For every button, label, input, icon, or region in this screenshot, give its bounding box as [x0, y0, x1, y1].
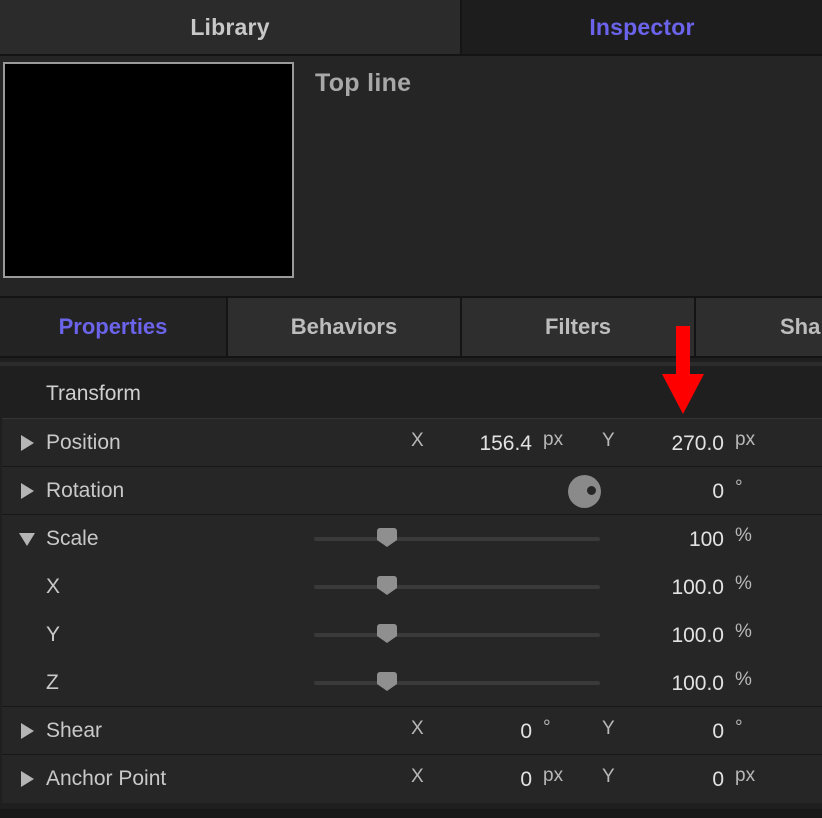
- disclosure-triangle-right-icon[interactable]: [18, 434, 36, 452]
- row-anchor-point: Anchor Point X 0 px Y 0 px: [2, 755, 822, 803]
- transform-rows: Position X 156.4 px Y 270.0 px Rotation …: [2, 418, 822, 803]
- label-scale-x: X: [46, 575, 61, 598]
- inspector-preview: Top line: [0, 56, 822, 296]
- scale-y-slider-knob[interactable]: [377, 624, 397, 644]
- axis-x-label: X: [411, 718, 424, 739]
- divider: [0, 809, 822, 818]
- rotation-value[interactable]: 0: [636, 480, 724, 504]
- position-x-value[interactable]: 156.4: [446, 432, 532, 456]
- disclosure-triangle-down-icon[interactable]: [18, 530, 36, 548]
- unit-degree: °: [735, 477, 743, 498]
- scale-y-slider-track[interactable]: [314, 633, 600, 637]
- row-scale-z: Z 100.0 %: [2, 659, 822, 707]
- unit-percent: %: [735, 669, 752, 690]
- scale-z-value[interactable]: 100.0: [636, 672, 724, 696]
- disclosure-triangle-right-icon[interactable]: [18, 482, 36, 500]
- unit-px: px: [735, 765, 756, 786]
- label-scale-y: Y: [46, 623, 61, 646]
- label-shear: Shear: [46, 719, 103, 742]
- axis-y-label: Y: [602, 430, 615, 451]
- preview-thumbnail: [3, 62, 294, 278]
- scale-y-value[interactable]: 100.0: [636, 624, 724, 648]
- scale-slider-knob[interactable]: [377, 528, 397, 548]
- unit-percent: %: [735, 525, 752, 546]
- scale-value[interactable]: 100: [636, 528, 724, 552]
- unit-px: px: [735, 429, 756, 450]
- unit-percent: %: [735, 621, 752, 642]
- label-scale-z: Z: [46, 671, 59, 694]
- label-rotation: Rotation: [46, 479, 125, 502]
- tab-shape[interactable]: Sha: [696, 298, 822, 356]
- scale-x-slider-knob[interactable]: [377, 576, 397, 596]
- row-position: Position X 156.4 px Y 270.0 px: [2, 419, 822, 467]
- scale-z-slider-knob[interactable]: [377, 672, 397, 692]
- axis-y-label: Y: [602, 718, 615, 739]
- label-anchor-point: Anchor Point: [46, 767, 167, 790]
- tab-library[interactable]: Library: [0, 0, 462, 54]
- disclosure-triangle-right-icon[interactable]: [18, 770, 36, 788]
- red-down-arrow-icon: [662, 326, 704, 414]
- unit-percent: %: [735, 573, 752, 594]
- properties-pane: Transform Position X 156.4 px Y 270.0 px…: [0, 358, 822, 818]
- top-tab-bar: Library Inspector: [0, 0, 822, 56]
- row-rotation: Rotation 0 °: [2, 467, 822, 515]
- anchor-x-value[interactable]: 0: [446, 768, 532, 792]
- object-name: Top line: [315, 69, 412, 97]
- disclosure-triangle-right-icon[interactable]: [18, 722, 36, 740]
- scale-x-slider-track[interactable]: [314, 585, 600, 589]
- tab-properties[interactable]: Properties: [0, 298, 228, 356]
- position-y-value[interactable]: 270.0: [636, 432, 724, 456]
- row-scale-x: X 100.0 %: [2, 563, 822, 611]
- tab-filters[interactable]: Filters: [462, 298, 696, 356]
- shear-x-value[interactable]: 0: [446, 720, 532, 744]
- anchor-y-value[interactable]: 0: [636, 768, 724, 792]
- shear-y-value[interactable]: 0: [636, 720, 724, 744]
- scale-z-slider-track[interactable]: [314, 681, 600, 685]
- section-title-transform: Transform: [46, 382, 141, 405]
- row-shear: Shear X 0 ° Y 0 °: [2, 707, 822, 755]
- unit-degree: °: [735, 717, 743, 738]
- axis-x-label: X: [411, 766, 424, 787]
- tab-inspector[interactable]: Inspector: [462, 0, 822, 54]
- tab-behaviors[interactable]: Behaviors: [228, 298, 462, 356]
- row-scale: Scale 100 %: [2, 515, 822, 563]
- scale-x-value[interactable]: 100.0: [636, 576, 724, 600]
- unit-px: px: [543, 429, 564, 450]
- label-scale: Scale: [46, 527, 99, 550]
- axis-x-label: X: [411, 430, 424, 451]
- axis-y-label: Y: [602, 766, 615, 787]
- rotation-dial-icon[interactable]: [568, 475, 601, 508]
- row-scale-y: Y 100.0 %: [2, 611, 822, 659]
- unit-degree: °: [543, 717, 551, 738]
- unit-px: px: [543, 765, 564, 786]
- label-position: Position: [46, 431, 121, 454]
- scale-slider-track[interactable]: [314, 537, 600, 541]
